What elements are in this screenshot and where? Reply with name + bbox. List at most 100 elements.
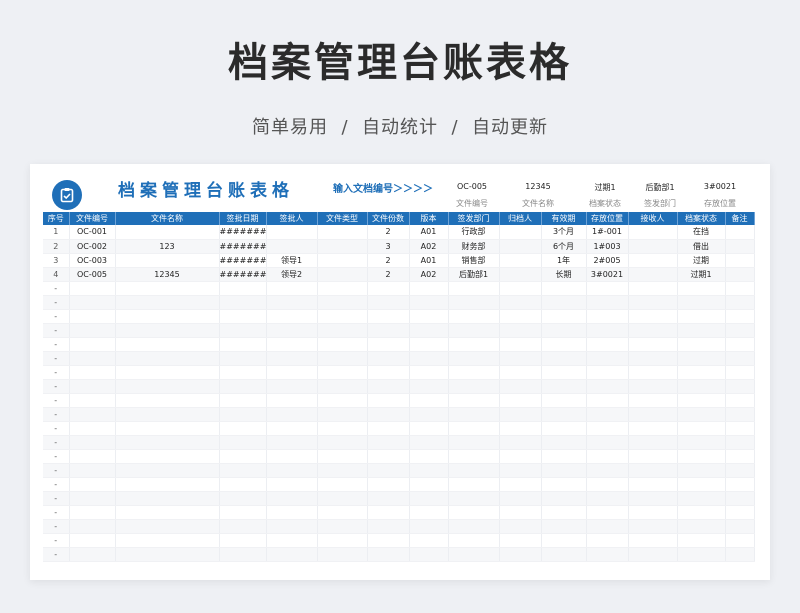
table-cell[interactable]: 后勤部1 [448, 267, 500, 282]
table-cell[interactable] [499, 519, 542, 534]
table-cell[interactable]: 6个月 [541, 239, 587, 254]
table-cell[interactable] [266, 533, 318, 548]
table-cell[interactable] [541, 435, 587, 450]
table-cell[interactable] [725, 323, 755, 338]
table-cell[interactable] [317, 547, 368, 562]
table-cell[interactable] [677, 449, 726, 464]
table-cell[interactable] [448, 421, 500, 436]
table-cell[interactable] [725, 547, 755, 562]
table-cell[interactable] [448, 295, 500, 310]
table-cell[interactable]: - [43, 491, 70, 506]
table-cell[interactable] [541, 393, 587, 408]
table-cell[interactable] [266, 491, 318, 506]
table-row[interactable]: 4OC-00512345#########领导2 2A02后勤部1 长期3#0021… [43, 267, 755, 282]
table-cell[interactable] [219, 295, 267, 310]
table-cell[interactable] [266, 365, 318, 380]
table-cell[interactable] [317, 323, 368, 338]
table-cell[interactable] [448, 519, 500, 534]
table-cell[interactable] [115, 379, 220, 394]
table-cell[interactable] [69, 547, 116, 562]
table-cell[interactable] [725, 309, 755, 324]
table-cell[interactable] [725, 253, 755, 268]
table-cell[interactable] [317, 505, 368, 520]
table-cell[interactable] [409, 491, 449, 506]
table-cell[interactable] [628, 351, 678, 366]
table-cell[interactable] [367, 435, 410, 450]
table-cell[interactable] [317, 407, 368, 422]
table-cell[interactable] [628, 225, 678, 240]
table-cell[interactable] [499, 533, 542, 548]
table-cell[interactable] [677, 435, 726, 450]
table-cell[interactable] [266, 337, 318, 352]
table-cell[interactable] [317, 379, 368, 394]
table-cell[interactable] [499, 281, 542, 296]
table-cell[interactable] [367, 477, 410, 492]
table-cell[interactable] [219, 393, 267, 408]
table-cell[interactable]: 过期 [677, 253, 726, 268]
table-cell[interactable] [367, 519, 410, 534]
table-cell[interactable] [367, 547, 410, 562]
table-cell[interactable] [317, 463, 368, 478]
table-cell[interactable] [266, 463, 318, 478]
table-cell[interactable] [448, 309, 500, 324]
column-header[interactable]: 接收人 [628, 212, 678, 225]
table-cell[interactable] [409, 519, 449, 534]
table-cell[interactable] [586, 337, 629, 352]
table-cell[interactable] [115, 547, 220, 562]
table-cell[interactable] [628, 267, 678, 282]
table-cell[interactable] [219, 519, 267, 534]
table-cell[interactable] [677, 407, 726, 422]
table-cell[interactable] [266, 323, 318, 338]
table-cell[interactable] [499, 267, 542, 282]
table-cell[interactable] [677, 477, 726, 492]
table-cell[interactable] [219, 351, 267, 366]
table-cell[interactable] [317, 421, 368, 436]
table-cell[interactable] [367, 365, 410, 380]
table-cell[interactable] [219, 379, 267, 394]
table-cell[interactable] [69, 491, 116, 506]
table-row[interactable]: - [43, 421, 755, 436]
table-cell[interactable] [266, 351, 318, 366]
table-cell[interactable] [266, 393, 318, 408]
table-cell[interactable]: 3 [367, 239, 410, 254]
table-cell[interactable] [499, 337, 542, 352]
table-cell[interactable] [409, 407, 449, 422]
table-row[interactable]: - [43, 463, 755, 478]
table-cell[interactable]: 1#003 [586, 239, 629, 254]
table-cell[interactable] [409, 281, 449, 296]
table-cell[interactable] [367, 281, 410, 296]
table-cell[interactable] [367, 379, 410, 394]
table-cell[interactable] [725, 533, 755, 548]
table-cell[interactable] [586, 393, 629, 408]
table-row[interactable]: - [43, 393, 755, 408]
table-cell[interactable] [628, 295, 678, 310]
table-cell[interactable] [628, 337, 678, 352]
table-cell[interactable] [499, 309, 542, 324]
table-cell[interactable] [448, 435, 500, 450]
table-cell[interactable] [317, 477, 368, 492]
table-cell[interactable] [541, 309, 587, 324]
table-cell[interactable] [586, 379, 629, 394]
table-cell[interactable]: 1#-001 [586, 225, 629, 240]
table-cell[interactable] [448, 365, 500, 380]
table-cell[interactable] [541, 281, 587, 296]
table-cell[interactable] [266, 309, 318, 324]
table-cell[interactable] [448, 379, 500, 394]
table-cell[interactable] [409, 351, 449, 366]
table-cell[interactable] [367, 337, 410, 352]
table-cell[interactable] [677, 421, 726, 436]
table-cell[interactable]: 行政部 [448, 225, 500, 240]
table-cell[interactable] [499, 239, 542, 254]
table-cell[interactable] [725, 337, 755, 352]
table-cell[interactable] [725, 477, 755, 492]
table-cell[interactable] [367, 295, 410, 310]
table-cell[interactable] [586, 351, 629, 366]
table-cell[interactable] [499, 323, 542, 338]
table-cell[interactable] [586, 323, 629, 338]
table-cell[interactable] [69, 295, 116, 310]
table-cell[interactable] [541, 351, 587, 366]
table-cell[interactable] [586, 449, 629, 464]
table-cell[interactable] [628, 253, 678, 268]
table-cell[interactable] [725, 491, 755, 506]
table-cell[interactable] [69, 407, 116, 422]
